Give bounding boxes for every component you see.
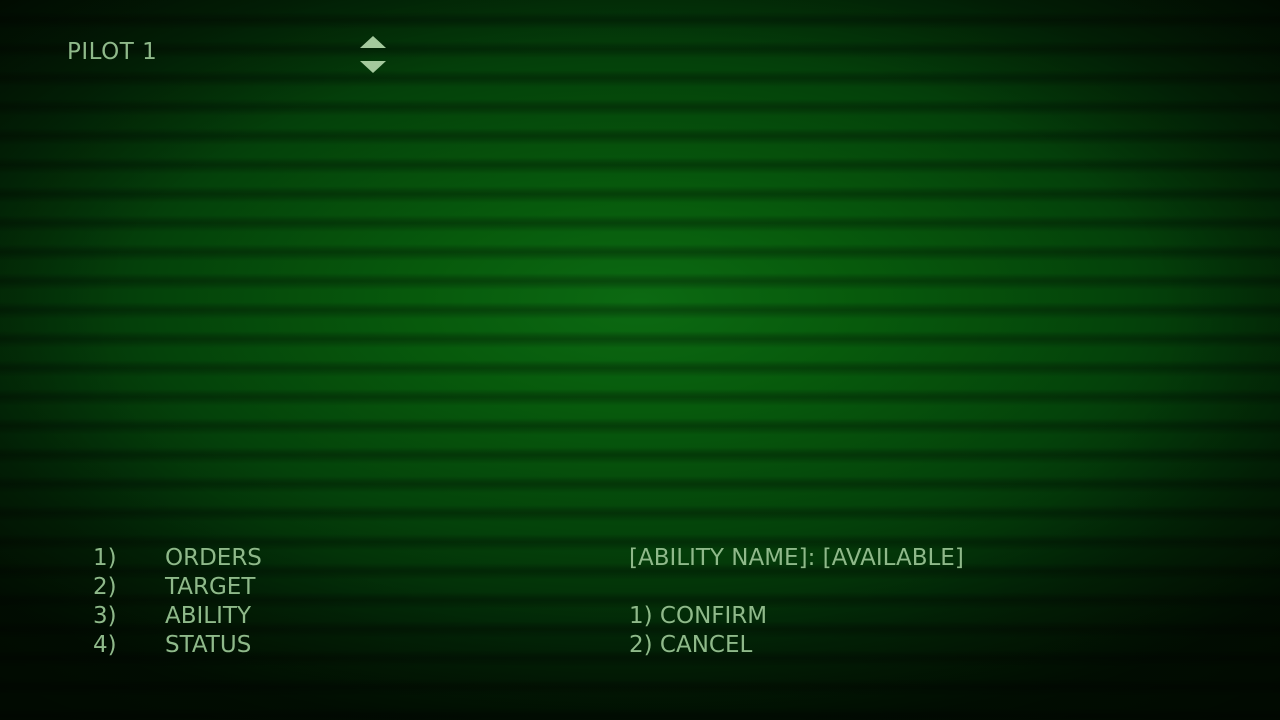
ability-status-line: [ABILITY NAME]: [AVAILABLE] [629, 545, 964, 571]
hud-screen: PILOT 1 1) ORDERS 2) TARGET 3) ABILITY 4… [0, 0, 1280, 720]
menu-item-number: 4) [93, 632, 117, 658]
menu-item-number: 3) [93, 603, 117, 629]
menu-item-number: 1) [93, 545, 117, 571]
cancel-option[interactable]: 2) CANCEL [629, 631, 964, 660]
ability-panel: [ABILITY NAME]: [AVAILABLE] 1) CONFIRM 2… [629, 544, 964, 660]
menu-item-label: STATUS [165, 632, 252, 658]
menu-item-label: ABILITY [165, 603, 251, 629]
pilot-label: PILOT 1 [67, 39, 158, 65]
menu-item-ability[interactable]: 3) ABILITY [93, 602, 262, 631]
menu-item-target[interactable]: 2) TARGET [93, 573, 262, 602]
triangle-up-icon[interactable] [360, 36, 386, 48]
menu-item-orders[interactable]: 1) ORDERS [93, 544, 262, 573]
confirm-option[interactable]: 1) CONFIRM [629, 602, 964, 631]
menu-item-label: TARGET [165, 574, 256, 600]
command-menu: 1) ORDERS 2) TARGET 3) ABILITY 4) STATUS [93, 544, 262, 660]
menu-item-number: 2) [93, 574, 117, 600]
menu-item-status[interactable]: 4) STATUS [93, 631, 262, 660]
menu-item-label: ORDERS [165, 545, 262, 571]
pilot-switcher[interactable] [358, 36, 388, 76]
triangle-down-icon[interactable] [360, 61, 386, 73]
